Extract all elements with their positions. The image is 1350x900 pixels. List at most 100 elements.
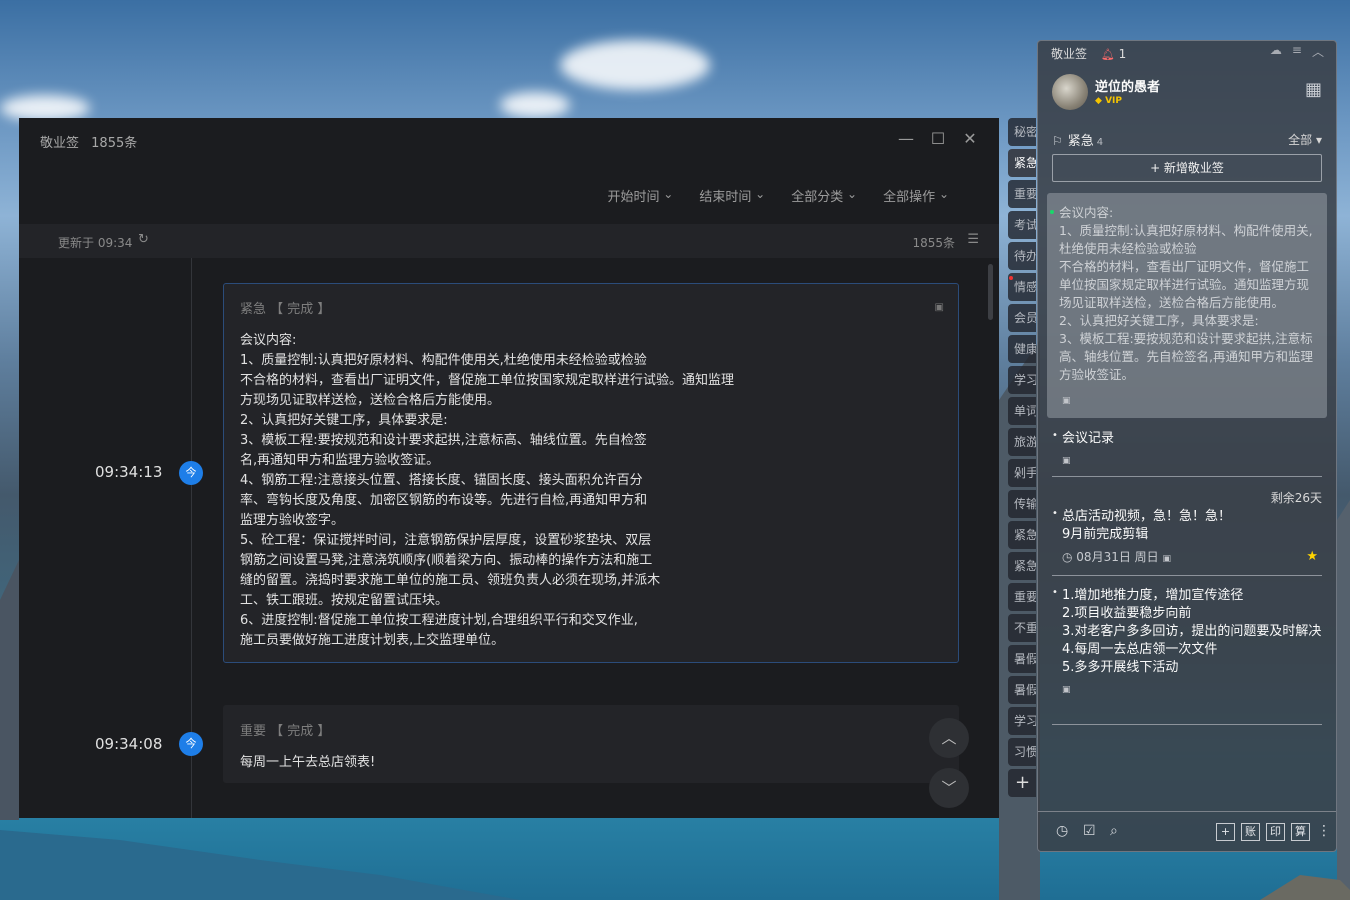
new-note-button[interactable]: + 新增敬业签 (1052, 154, 1322, 182)
tab-category[interactable]: 暑假 (1008, 645, 1036, 673)
maximize-icon[interactable]: ☐ (929, 130, 947, 148)
tab-category[interactable]: 学习 (1008, 366, 1036, 394)
tab-category[interactable]: 会员 (1008, 304, 1036, 332)
close-icon[interactable]: ✕ (961, 130, 979, 148)
category-name: 紧急 (1067, 134, 1094, 149)
filter-bar: 开始时间 结束时间 全部分类 全部操作 (607, 186, 949, 205)
note-text: 1.增加地推力度，增加宣传途径 2.项目收益要稳步向前 3.对老客户多多回访，提… (1052, 584, 1322, 677)
document-icon[interactable]: ▣ (1062, 456, 1071, 466)
vip-badge: ◆ VIP (1095, 96, 1122, 106)
current-category: ⚐ 紧急 4 (1052, 130, 1103, 149)
tab-category[interactable]: 秘密 (1008, 118, 1036, 146)
star-icon[interactable]: ★ (1306, 549, 1318, 564)
scroll-down-button[interactable]: ﹀ (929, 768, 969, 808)
tab-category[interactable]: 情感 (1008, 273, 1036, 301)
tab-category[interactable]: 考试 (1008, 211, 1036, 239)
card-content: 每周一上午去总店领表! (240, 755, 376, 770)
username: 逆位的愚者 (1095, 80, 1161, 95)
calculator-button[interactable]: 算 (1291, 823, 1310, 841)
divider (1052, 476, 1322, 477)
note-item[interactable]: 总店活动视频，急！急！急！ 9月前完成剪辑 ◷ 08月31日 周日 ▣ (1052, 505, 1322, 565)
note-item[interactable]: 会议记录 ▣ (1052, 427, 1322, 466)
minimize-icon[interactable]: — (897, 130, 915, 148)
timeline-time: 09:34:13 (95, 463, 163, 481)
card-meta: 紧急 【 完成 】 (240, 302, 331, 317)
timeline-card[interactable]: 紧急 【 完成 】 会议内容: 1、质量控制:认真把好原材料、构配件使用关,杜绝… (223, 283, 959, 663)
today-badge: 今 (179, 461, 203, 485)
note-meta: ▣ (1052, 452, 1322, 466)
list-icon[interactable]: ☰ (967, 232, 979, 247)
tab-category[interactable]: 暑假 (1008, 676, 1036, 704)
note-meta: ▣ (1052, 681, 1322, 695)
refresh-icon[interactable]: ↻ (138, 232, 149, 247)
tab-category[interactable]: 习惯 (1008, 738, 1036, 766)
add-category-button[interactable]: + (1008, 769, 1036, 797)
main-window: 敬业签 1855条 — ☐ ✕ 开始时间 结束时间 全部分类 全部操作 更新于 … (19, 118, 999, 818)
cloud-sync-icon[interactable]: ☁ (1270, 43, 1282, 60)
category-tabs: 秘密 紧急 重要 考试 待办 情感 会员 健康 学习 单词 旅游 剁手 传输 紧… (1008, 118, 1036, 800)
tab-category[interactable]: 健康 (1008, 335, 1036, 363)
document-icon[interactable]: ▣ (935, 302, 944, 313)
tab-category[interactable]: 学习 (1008, 707, 1036, 735)
tab-category[interactable]: 不重 (1008, 614, 1036, 642)
timeline-card[interactable]: 重要 【 完成 】 每周一上午去总店领表! (223, 705, 959, 783)
bottom-divider (1038, 811, 1336, 812)
tab-category[interactable]: 单词 (1008, 397, 1036, 425)
calendar-icon[interactable]: ▦ (1305, 79, 1322, 100)
tab-category[interactable]: 重要 (1008, 583, 1036, 611)
sticky-app-name: 敬业签 (1051, 47, 1088, 61)
bell-icon[interactable]: 🔔︎ (1101, 48, 1115, 61)
remaining-days: 剩余26天 (1270, 491, 1322, 505)
tab-category[interactable]: 待办 (1008, 242, 1036, 270)
note-meta: ◷ 08月31日 周日 ▣ (1062, 550, 1171, 564)
filter-category[interactable]: 全部分类 (791, 186, 857, 205)
scrollbar[interactable] (988, 264, 993, 320)
status-bar: 更新于 09:34 ↻ 1855条 ☰ (19, 224, 999, 258)
vip-label: VIP (1105, 96, 1122, 106)
tab-category[interactable]: 旅游 (1008, 428, 1036, 456)
status-dot (1050, 210, 1054, 214)
tab-category[interactable]: 剁手 (1008, 459, 1036, 487)
total-count: 1855条 (91, 136, 138, 151)
ledger-button[interactable]: 账 (1241, 823, 1260, 841)
scroll-up-button[interactable]: ︿ (929, 718, 969, 758)
collapse-icon[interactable]: ︿ (1312, 43, 1324, 60)
note-item-selected[interactable]: 会议内容: 1、质量控制:认真把好原材料、构配件使用关,杜绝使用未经检验或检验 … (1047, 193, 1327, 418)
filter-operation[interactable]: 全部操作 (883, 186, 949, 205)
document-icon[interactable]: ▣ (1062, 685, 1071, 695)
updated-time: 更新于 09:34 (58, 236, 133, 250)
note-date: 08月31日 周日 (1076, 550, 1159, 564)
tab-category[interactable]: 重要 (1008, 180, 1036, 208)
sticky-panel: 敬业签 🔔︎ 1 ☁ ≡ ︿ 逆位的愚者 ◆ VIP ▦ ⚐ 紧急 4 全部 ▾ +… (1037, 40, 1337, 852)
document-icon[interactable]: ▣ (1162, 554, 1171, 564)
tab-category[interactable]: 紧急 (1008, 552, 1036, 580)
app-name: 敬业签 (40, 136, 80, 151)
note-item[interactable]: 1.增加地推力度，增加宣传途径 2.项目收益要稳步向前 3.对老客户多多回访，提… (1052, 584, 1322, 695)
document-icon[interactable]: ▣ (1062, 396, 1071, 406)
filter-all-dropdown[interactable]: 全部 ▾ (1288, 131, 1322, 148)
avatar[interactable] (1052, 74, 1088, 110)
print-button[interactable]: 印 (1266, 823, 1285, 841)
checklist-icon[interactable]: ☑ (1083, 823, 1096, 839)
bookmark-icon: ⚐ (1052, 134, 1063, 148)
note-text: 会议记录 (1052, 427, 1322, 448)
filter-start-time[interactable]: 开始时间 (607, 186, 673, 205)
record-count: 1855条 (912, 236, 955, 250)
filter-end-time[interactable]: 结束时间 (699, 186, 765, 205)
add-icon[interactable]: + (1216, 823, 1235, 841)
tab-category[interactable]: 紧急 (1008, 521, 1036, 549)
note-text: 会议内容: 1、质量控制:认真把好原材料、构配件使用关,杜绝使用未经检验或检验 … (1059, 205, 1313, 382)
clock-icon[interactable]: ◷ (1056, 823, 1068, 839)
window-title: 敬业签 1855条 (40, 132, 137, 151)
menu-icon[interactable]: ≡ (1292, 43, 1302, 60)
filter-all-label: 全部 (1288, 133, 1313, 147)
divider (1052, 724, 1322, 725)
tab-category[interactable]: 传输 (1008, 490, 1036, 518)
card-content: 会议内容: 1、质量控制:认真把好原材料、构配件使用关,杜绝使用未经检验或检验 … (240, 333, 735, 648)
today-badge: 今 (179, 732, 203, 756)
category-count: 4 (1096, 137, 1104, 148)
search-icon[interactable]: ⌕ (1110, 823, 1118, 839)
card-meta: 重要 【 完成 】 (240, 724, 331, 739)
more-icon[interactable]: ⋮ (1317, 823, 1331, 839)
tab-category[interactable]: 紧急 (1008, 149, 1036, 177)
